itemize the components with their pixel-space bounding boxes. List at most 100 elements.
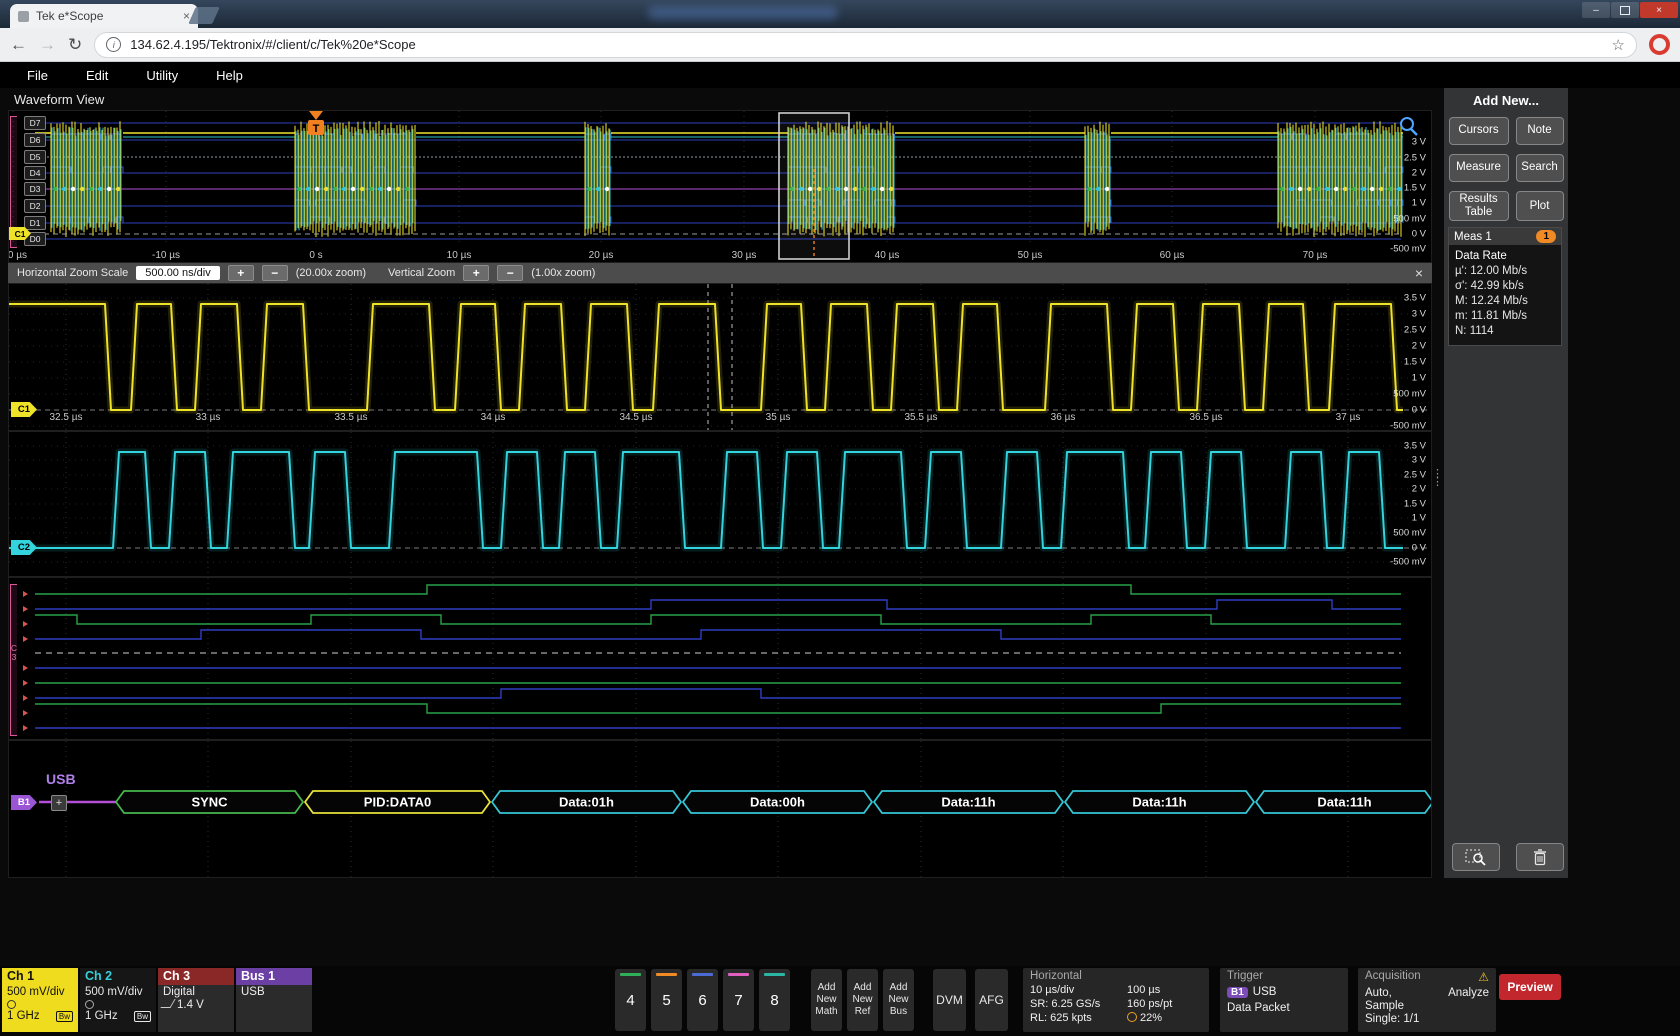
trigger-source: USB (1253, 986, 1277, 998)
window-minimize-button[interactable]: – (1582, 2, 1610, 18)
overview-digital-tag-d1[interactable]: D1 (24, 216, 46, 230)
overview-pane[interactable]: TD7D6D5D4D3D2D1D0C1-20 µs-10 µs0 s10 µs2… (8, 110, 1432, 263)
c1-pane-volt-label: 0 V (1412, 405, 1426, 416)
add-new-measure-button[interactable]: Measure (1449, 154, 1509, 182)
measurement-stat: µ': 12.00 Mb/s (1455, 264, 1555, 279)
overview-digital-tag-d5[interactable]: D5 (24, 150, 46, 164)
overview-digital-tag-d2[interactable]: D2 (24, 199, 46, 213)
channel-7-button[interactable]: 7 (723, 969, 754, 1031)
channel1-zoom-pane[interactable]: C132.5 µs33 µs33.5 µs34 µs34.5 µs35 µs35… (8, 283, 1432, 431)
afg-button[interactable]: AFG (975, 969, 1008, 1031)
menu-item-file[interactable]: File (8, 68, 67, 83)
overview-time-label: 70 µs (1303, 250, 1328, 261)
add-new-buttons: CursorsNoteMeasureSearchResults TablePlo… (1444, 117, 1568, 221)
add-new-results-table-button[interactable]: Results Table (1449, 191, 1509, 221)
bus-packet[interactable]: PID:DATA0 (305, 791, 490, 813)
trigger-panel[interactable]: Trigger B1 USB Data Packet (1220, 968, 1348, 1032)
add-new-math-button[interactable]: AddNewMath (811, 969, 842, 1031)
channel-8-button[interactable]: 8 (759, 969, 790, 1031)
pane-splitter-handle[interactable]: ⋮⋮ (1432, 470, 1442, 496)
window-close-button[interactable]: × (1640, 2, 1678, 18)
horizontal-panel[interactable]: Horizontal 10 µs/div100 µsSR: 6.25 GS/s1… (1023, 968, 1209, 1032)
channel-4-button[interactable]: 4 (615, 969, 646, 1031)
window-maximize-button[interactable] (1611, 2, 1639, 18)
waveform-view-title: Waveform View (14, 92, 104, 107)
channel-badge-ch3[interactable]: Ch 3 Digital 1.4 V (158, 968, 234, 1032)
address-bar[interactable]: i 134.62.4.195/Tektronix/#/client/c/Tek%… (94, 32, 1637, 58)
trash-button[interactable] (1516, 843, 1564, 871)
zoom-tool-button[interactable] (1452, 843, 1500, 871)
bookmark-star-icon[interactable]: ☆ (1612, 36, 1625, 54)
channel-6-button[interactable]: 6 (687, 969, 718, 1031)
channel-badge-ch2[interactable]: Ch 2 500 mV/div 1 GHz Bw (80, 968, 156, 1032)
menu-item-utility[interactable]: Utility (127, 68, 197, 83)
add-button-line: New (815, 994, 837, 1006)
measurement-panel[interactable]: Meas 1 1 Data Rate µ': 12.00 Mb/sσ': 42.… (1448, 227, 1562, 346)
svg-text:SYNC: SYNC (191, 795, 228, 810)
menu-item-edit[interactable]: Edit (67, 68, 127, 83)
c1-pane-canvas (9, 284, 1431, 430)
bus-packet[interactable]: SYNC (116, 791, 303, 813)
menu-item-help[interactable]: Help (197, 68, 262, 83)
acquisition-mode: Auto, (1365, 987, 1392, 999)
channel2-zoom-pane[interactable]: C23.5 V3 V2.5 V2 V1.5 V1 V500 mV0 V-500 … (8, 431, 1432, 577)
overview-volt-label: 3 V (1412, 137, 1426, 148)
back-icon[interactable]: ← (10, 36, 27, 53)
dvm-button[interactable]: DVM (933, 969, 966, 1031)
channel-color-strip (620, 973, 641, 976)
browser-toolbar: ← → ↻ i 134.62.4.195/Tektronix/#/client/… (0, 28, 1680, 62)
bus-decode-pane[interactable]: SYNCPID:DATA0Data:01hData:00hData:11hDat… (8, 740, 1432, 878)
bus1-type: USB (236, 985, 312, 998)
digital-zoom-pane[interactable]: C3 (8, 577, 1432, 740)
zoom-close-icon[interactable]: × (1415, 265, 1423, 281)
ch3-mode: Digital (158, 985, 234, 998)
preview-button[interactable]: Preview (1499, 974, 1561, 1000)
c2-pane-volt-label: 500 mV (1393, 528, 1426, 539)
acquisition-panel[interactable]: Acquisition ⚠ Auto, Analyze Sample Singl… (1358, 968, 1496, 1032)
channel-badge-ch1[interactable]: Ch 1 500 mV/div 1 GHz Bw (2, 968, 78, 1032)
add-new-bus-button[interactable]: AddNewBus (883, 969, 914, 1031)
bus-packet[interactable]: Data:11h (1065, 791, 1254, 813)
forward-icon[interactable]: → (39, 36, 56, 53)
c1-pane-time-label: 35.5 µs (904, 412, 937, 423)
zoom-toolbar: Horizontal Zoom Scale 500.00 ns/div + − … (8, 263, 1432, 283)
v-zoom-out-button[interactable]: − (497, 265, 523, 281)
bus-packet[interactable]: Data:01h (492, 791, 681, 813)
h-zoom-scale-value[interactable]: 500.00 ns/div (136, 266, 219, 280)
add-new-ref-button[interactable]: AddNewRef (847, 969, 878, 1031)
digital-group-tag[interactable]: C3 (9, 644, 19, 662)
opera-icon[interactable] (1649, 34, 1670, 55)
bottom-settings-bar: Ch 1 500 mV/div 1 GHz Bw Ch 2 500 mV/div… (0, 966, 1680, 1036)
c1-pane-volt-label: 3 V (1412, 309, 1426, 320)
ch2-probe-icon (85, 1000, 94, 1009)
horizontal-title: Horizontal (1030, 970, 1082, 982)
h-zoom-out-button[interactable]: − (262, 265, 288, 281)
v-zoom-in-button[interactable]: + (463, 265, 489, 281)
h-zoom-in-button[interactable]: + (228, 265, 254, 281)
horizontal-values: 10 µs/div100 µsSR: 6.25 GS/s160 ps/ptRL:… (1030, 984, 1202, 1024)
bus-add-chip[interactable]: + (51, 795, 67, 811)
overview-volt-label: 1.5 V (1404, 183, 1426, 194)
overview-digital-tag-d4[interactable]: D4 (24, 166, 46, 180)
bus-packet[interactable]: Data:11h (874, 791, 1063, 813)
ch2-name: Ch 2 (80, 968, 156, 985)
overview-digital-tag-d6[interactable]: D6 (24, 133, 46, 147)
add-new-note-button[interactable]: Note (1516, 117, 1564, 145)
c1-pane-time-label: 35 µs (766, 412, 791, 423)
overview-volt-label: 500 mV (1393, 214, 1426, 225)
overview-volt-label: 2 V (1412, 168, 1426, 179)
add-new-cursors-button[interactable]: Cursors (1449, 117, 1509, 145)
reload-icon[interactable]: ↻ (68, 36, 82, 53)
overview-digital-tag-d3[interactable]: D3 (24, 182, 46, 196)
c1-pane-time-label: 36 µs (1051, 412, 1076, 423)
bus-packet[interactable]: Data:00h (683, 791, 872, 813)
c2-pane-volt-label: 3 V (1412, 455, 1426, 466)
browser-tab[interactable]: Tek e*Scope × (10, 4, 198, 28)
bus-badge-bus1[interactable]: Bus 1 USB (236, 968, 312, 1032)
channel-5-button[interactable]: 5 (651, 969, 682, 1031)
add-new-plot-button[interactable]: Plot (1516, 191, 1564, 221)
page-info-icon[interactable]: i (106, 37, 121, 52)
add-new-search-button[interactable]: Search (1516, 154, 1564, 182)
overview-digital-tag-d7[interactable]: D7 (24, 116, 46, 130)
bus-packet[interactable]: Data:11h (1256, 791, 1431, 813)
